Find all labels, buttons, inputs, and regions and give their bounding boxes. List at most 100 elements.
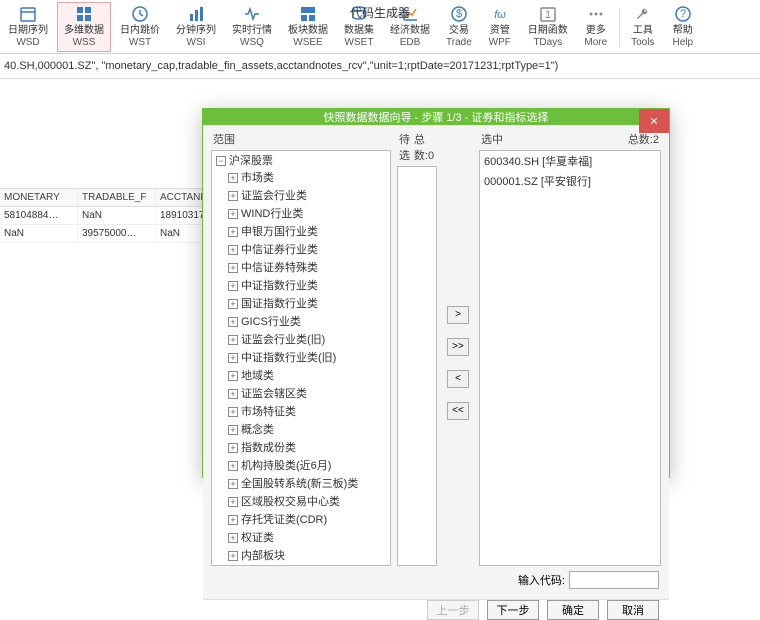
tree-item[interactable]: +指数成份类 bbox=[228, 438, 390, 456]
toolbar-wss[interactable]: 多维数据WSS bbox=[57, 2, 111, 52]
pending-list[interactable] bbox=[397, 166, 437, 566]
collapse-icon[interactable]: − bbox=[216, 156, 226, 166]
expand-icon[interactable]: + bbox=[228, 389, 238, 399]
help-icon: ? bbox=[674, 5, 692, 23]
expand-icon[interactable]: + bbox=[228, 227, 238, 237]
bars-icon bbox=[187, 5, 205, 23]
fx-icon: fω bbox=[491, 5, 509, 23]
toolbar-trade[interactable]: $交易Trade bbox=[439, 2, 479, 52]
tree-item[interactable]: +概念类 bbox=[228, 420, 390, 438]
expand-icon[interactable]: + bbox=[228, 461, 238, 471]
prev-button: 上一步 bbox=[427, 600, 479, 620]
tree-item[interactable]: +存托凭证类(CDR) bbox=[228, 510, 390, 528]
tree-item[interactable]: +市场特征类 bbox=[228, 402, 390, 420]
tree-item[interactable]: +申银万国行业类 bbox=[228, 222, 390, 240]
expand-icon[interactable]: + bbox=[228, 425, 238, 435]
tree-item[interactable]: +区域股权交易中心类 bbox=[228, 492, 390, 510]
expand-icon[interactable]: + bbox=[228, 299, 238, 309]
cancel-button[interactable]: 取消 bbox=[607, 600, 659, 620]
selected-item[interactable]: 600340.SH [华夏幸福] bbox=[480, 151, 660, 171]
toolbar-tdays[interactable]: 1日期函数TDays bbox=[521, 2, 575, 52]
expand-icon[interactable]: + bbox=[228, 245, 238, 255]
tree-item[interactable]: +国证指数行业类 bbox=[228, 294, 390, 312]
grid-icon bbox=[75, 5, 93, 23]
expand-icon[interactable]: + bbox=[228, 551, 238, 561]
dialog-title: 快照数据数据向导 - 步骤 1/3 - 证券和指标选择 bbox=[324, 109, 549, 125]
column-header[interactable]: TRADABLE_F bbox=[78, 189, 156, 206]
app-title: 代码生成器 bbox=[350, 4, 410, 21]
expand-icon[interactable]: + bbox=[228, 497, 238, 507]
toolbar-wsee[interactable]: 板块数据WSEE bbox=[281, 2, 335, 52]
tree-item[interactable]: +GICS行业类 bbox=[228, 312, 390, 330]
expand-icon[interactable]: + bbox=[228, 353, 238, 363]
expand-icon[interactable]: + bbox=[228, 443, 238, 453]
tree-item[interactable]: +全国股转系统(新三板)类 bbox=[228, 474, 390, 492]
tree-item[interactable]: +证监会行业类 bbox=[228, 186, 390, 204]
expand-icon[interactable]: + bbox=[228, 209, 238, 219]
calendar-icon bbox=[19, 5, 37, 23]
expand-icon[interactable]: + bbox=[228, 191, 238, 201]
selected-list[interactable]: 600340.SH [华夏幸福]000001.SZ [平安银行] bbox=[479, 150, 661, 566]
remove-all-button[interactable]: << bbox=[447, 402, 469, 420]
expand-icon[interactable]: + bbox=[228, 515, 238, 525]
pending-label: 待选 bbox=[399, 131, 414, 163]
expand-icon[interactable]: + bbox=[228, 263, 238, 273]
selected-count: 总数:2 bbox=[628, 131, 659, 147]
svg-text:?: ? bbox=[680, 8, 686, 20]
add-all-button[interactable]: >> bbox=[447, 338, 469, 356]
tree-item[interactable]: +证监会辖区类 bbox=[228, 384, 390, 402]
tree-item[interactable]: +机构持股类(近6月) bbox=[228, 456, 390, 474]
svg-text:$: $ bbox=[456, 8, 462, 20]
close-icon: ✕ bbox=[649, 115, 658, 128]
toolbar-wst[interactable]: 日内跳价WST bbox=[113, 2, 167, 52]
toolbar-wsi[interactable]: 分钟序列WSI bbox=[169, 2, 223, 52]
tree-root: 沪深股票 bbox=[229, 155, 273, 167]
dialog-title-bar: 快照数据数据向导 - 步骤 1/3 - 证券和指标选择 ✕ bbox=[203, 109, 669, 125]
tree-item[interactable]: +中信证券行业类 bbox=[228, 240, 390, 258]
expand-icon[interactable]: + bbox=[228, 173, 238, 183]
toolbar-help[interactable]: ?帮助Help bbox=[664, 2, 702, 52]
formula-bar: 40.SH,000001.SZ", "monetary_cap,tradable… bbox=[0, 54, 760, 79]
cell[interactable]: NaN bbox=[78, 207, 156, 224]
expand-icon[interactable]: + bbox=[228, 533, 238, 543]
svg-text:1: 1 bbox=[545, 9, 551, 21]
cell[interactable]: NaN bbox=[0, 225, 78, 242]
tree-item[interactable]: +内部板块 bbox=[228, 546, 390, 564]
tree-item[interactable]: +中证指数行业类 bbox=[228, 276, 390, 294]
close-button[interactable]: ✕ bbox=[639, 109, 669, 133]
wrench-icon bbox=[634, 5, 652, 23]
column-header[interactable]: MONETARY bbox=[0, 189, 78, 206]
toolbar-wsq[interactable]: 实时行情WSQ bbox=[225, 2, 279, 52]
code-input[interactable] bbox=[569, 571, 659, 589]
expand-icon[interactable]: + bbox=[228, 407, 238, 417]
next-button[interactable]: 下一步 bbox=[487, 600, 539, 620]
expand-icon[interactable]: + bbox=[228, 335, 238, 345]
dollar-icon: $ bbox=[450, 5, 468, 23]
tree-item[interactable]: +证监会行业类(旧) bbox=[228, 330, 390, 348]
toolbar-tools[interactable]: 工具Tools bbox=[624, 2, 662, 52]
toolbar-wsd[interactable]: 日期序列WSD bbox=[1, 2, 55, 52]
svg-text:fω: fω bbox=[494, 9, 506, 21]
expand-icon[interactable]: + bbox=[228, 317, 238, 327]
ok-button[interactable]: 确定 bbox=[547, 600, 599, 620]
category-tree[interactable]: −沪深股票 +市场类+证监会行业类+WIND行业类+申银万国行业类+中信证券行业… bbox=[211, 150, 391, 566]
cell[interactable]: 58104884… bbox=[0, 207, 78, 224]
tree-item[interactable]: +市场类 bbox=[228, 168, 390, 186]
tree-item[interactable]: +中证指数行业类(旧) bbox=[228, 348, 390, 366]
tree-item[interactable]: +WIND行业类 bbox=[228, 204, 390, 222]
selected-label: 选中 bbox=[481, 131, 503, 147]
toolbar-more[interactable]: 更多More bbox=[577, 2, 615, 52]
add-button[interactable]: > bbox=[447, 306, 469, 324]
tree-item[interactable]: +中信证券特殊类 bbox=[228, 258, 390, 276]
tree-item[interactable]: +地域类 bbox=[228, 366, 390, 384]
toolbar-wpf[interactable]: fω资管WPF bbox=[481, 2, 519, 52]
cell[interactable]: 39575000… bbox=[78, 225, 156, 242]
blocks-icon bbox=[299, 5, 317, 23]
wizard-dialog: 快照数据数据向导 - 步骤 1/3 - 证券和指标选择 ✕ 范围 −沪深股票 +… bbox=[202, 108, 670, 478]
expand-icon[interactable]: + bbox=[228, 371, 238, 381]
remove-button[interactable]: < bbox=[447, 370, 469, 388]
selected-item[interactable]: 000001.SZ [平安银行] bbox=[480, 171, 660, 191]
tree-item[interactable]: +权证类 bbox=[228, 528, 390, 546]
expand-icon[interactable]: + bbox=[228, 479, 238, 489]
expand-icon[interactable]: + bbox=[228, 281, 238, 291]
